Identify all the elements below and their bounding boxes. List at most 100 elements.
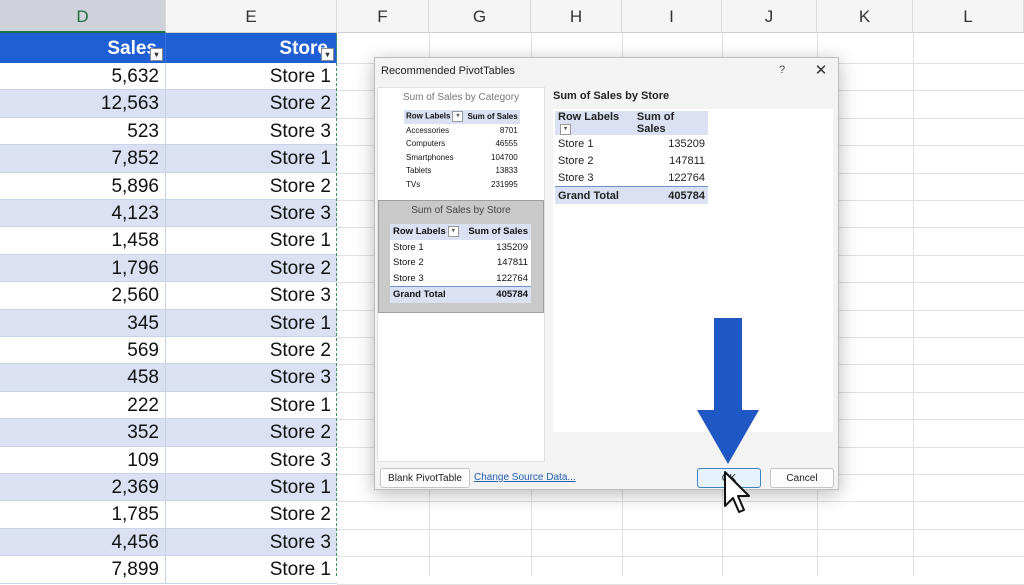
mini-cell: Store 3 (393, 272, 424, 284)
mini-cell: 8701 (499, 125, 518, 135)
table-row[interactable]: 523 Store 3 (0, 117, 337, 146)
blank-pivottable-button[interactable]: Blank PivotTable (380, 468, 470, 488)
column-header-d[interactable]: D (0, 0, 166, 33)
preview-total-label: Grand Total (555, 186, 634, 204)
store-cell[interactable]: Store 3 (166, 447, 337, 473)
recommendations-list[interactable]: Sum of Sales by Category Row Labels ▾ Sum… (377, 87, 545, 462)
store-cell[interactable]: Store 2 (166, 337, 337, 363)
preview-cell: Store 1 (558, 137, 594, 150)
sales-cell[interactable]: 109 (0, 446, 166, 473)
column-header-k[interactable]: K (817, 0, 913, 33)
store-cell[interactable]: Store 2 (166, 501, 337, 527)
store-cell[interactable]: Store 1 (166, 227, 337, 253)
sales-cell[interactable]: 2,560 (0, 282, 166, 309)
column-header-h[interactable]: H (531, 0, 622, 33)
column-header-e[interactable]: E (166, 0, 337, 33)
store-cell[interactable]: Store 2 (166, 90, 337, 116)
column-header-l[interactable]: L (913, 0, 1024, 33)
table-row[interactable]: 352 Store 2 (0, 419, 337, 447)
sales-cell[interactable]: 4,456 (0, 528, 166, 556)
gridline (337, 528, 1024, 530)
store-cell[interactable]: Store 1 (166, 310, 337, 336)
table-row[interactable]: 1,458 Store 1 (0, 227, 337, 255)
table-row[interactable]: 1,796 Store 2 (0, 254, 337, 283)
store-cell[interactable]: Store 1 (166, 145, 337, 171)
sales-cell[interactable]: 352 (0, 419, 166, 446)
option-sales-by-category[interactable]: Sum of Sales by Category Row Labels ▾ Sum… (378, 88, 544, 200)
sales-cell[interactable]: 7,899 (0, 556, 166, 583)
change-source-data-link[interactable]: Change Source Data... (474, 472, 576, 483)
table-row[interactable]: 2,560 Store 3 (0, 282, 337, 310)
dropdown-icon: ▾ (452, 111, 464, 123)
mini-cell: 135209 (496, 241, 528, 253)
mini-header: Row Labels ▾ (404, 110, 466, 124)
help-button[interactable]: ? (775, 64, 789, 76)
table-row[interactable]: 345 Store 1 (0, 309, 337, 337)
store-cell[interactable]: Store 3 (166, 200, 337, 226)
mini-cell: 46555 (495, 139, 518, 149)
sales-cell[interactable]: 222 (0, 391, 166, 419)
column-header-j[interactable]: J (722, 0, 817, 33)
sales-cell[interactable]: 345 (0, 309, 166, 336)
dialog-title: Recommended PivotTables (381, 65, 515, 77)
table-row[interactable]: 7,852 Store 1 (0, 145, 337, 173)
table-row[interactable]: 1,785 Store 2 (0, 501, 337, 529)
table-row[interactable]: 569 Store 2 (0, 337, 337, 365)
store-cell[interactable]: Store 2 (166, 173, 337, 199)
option-title: Sum of Sales by Store (411, 205, 511, 216)
store-cell[interactable]: Store 1 (166, 474, 337, 500)
sales-cell[interactable]: 1,458 (0, 227, 166, 254)
table-row[interactable]: 7,899 Store 1 (0, 556, 337, 584)
table-header-store[interactable]: Store ▾ (166, 33, 337, 63)
sales-cell[interactable]: 12,563 (0, 90, 166, 117)
store-cell[interactable]: Store 3 (166, 118, 337, 144)
table-row[interactable]: 222 Store 1 (0, 391, 337, 420)
store-cell[interactable]: Store 3 (166, 282, 337, 308)
copy-marquee (336, 33, 337, 576)
cancel-button[interactable]: Cancel (770, 468, 834, 488)
mini-cell: 147811 (497, 257, 528, 269)
table-row[interactable]: 4,123 Store 3 (0, 200, 337, 228)
preview-pivot-table: Row Labels▾ Sum of Sales Store 1 135209 S… (555, 111, 708, 204)
table-row[interactable]: 109 Store 3 (0, 446, 337, 474)
sales-cell[interactable]: 5,896 (0, 172, 166, 199)
store-cell[interactable]: Store 3 (166, 364, 337, 390)
table-row[interactable]: 4,456 Store 3 (0, 528, 337, 557)
column-header-i[interactable]: I (622, 0, 722, 33)
table-row[interactable]: 2,369 Store 1 (0, 474, 337, 502)
store-cell[interactable]: Store 1 (166, 63, 337, 89)
option-sales-by-store-selected[interactable]: Sum of Sales by Store Row Labels ▾ Sum of… (378, 200, 544, 313)
table-row[interactable]: 12,563 Store 2 (0, 90, 337, 118)
mini-cell: Store 2 (393, 257, 424, 269)
store-cell[interactable]: Store 1 (166, 392, 337, 418)
mini-cell: Smartphones (406, 152, 454, 162)
preview-cell: 147811 (669, 154, 705, 167)
close-button[interactable]: ✕ (813, 61, 829, 79)
table-row[interactable]: 5,632 Store 1 (0, 63, 337, 91)
preview-header: Sum of Sales (633, 111, 708, 135)
table-header-sales[interactable]: Sales ▾ (0, 33, 166, 63)
sales-cell[interactable]: 2,369 (0, 474, 166, 501)
sales-cell[interactable]: 569 (0, 337, 166, 364)
filter-dropdown-icon[interactable]: ▾ (321, 48, 334, 61)
store-cell[interactable]: Store 3 (166, 529, 337, 555)
table-row[interactable]: 458 Store 3 (0, 364, 337, 392)
column-header-f[interactable]: F (337, 0, 429, 33)
mini-total-label: Grand Total (390, 286, 464, 303)
sales-cell[interactable]: 523 (0, 117, 166, 145)
column-header-g[interactable]: G (429, 0, 531, 33)
sales-cell[interactable]: 4,123 (0, 200, 166, 227)
sales-cell[interactable]: 1,796 (0, 254, 166, 282)
preview-cell: 122764 (668, 171, 705, 184)
sales-cell[interactable]: 7,852 (0, 145, 166, 172)
preview-header: Row Labels▾ (555, 111, 634, 135)
store-cell[interactable]: Store 2 (166, 419, 337, 445)
filter-dropdown-icon[interactable]: ▾ (150, 48, 163, 61)
store-cell[interactable]: Store 2 (166, 255, 337, 281)
sales-cell[interactable]: 5,632 (0, 63, 166, 90)
sales-cell[interactable]: 458 (0, 364, 166, 391)
store-cell[interactable]: Store 1 (166, 556, 337, 582)
table-row[interactable]: 5,896 Store 2 (0, 172, 337, 200)
sales-cell[interactable]: 1,785 (0, 501, 166, 528)
mouse-pointer-icon (724, 471, 750, 513)
